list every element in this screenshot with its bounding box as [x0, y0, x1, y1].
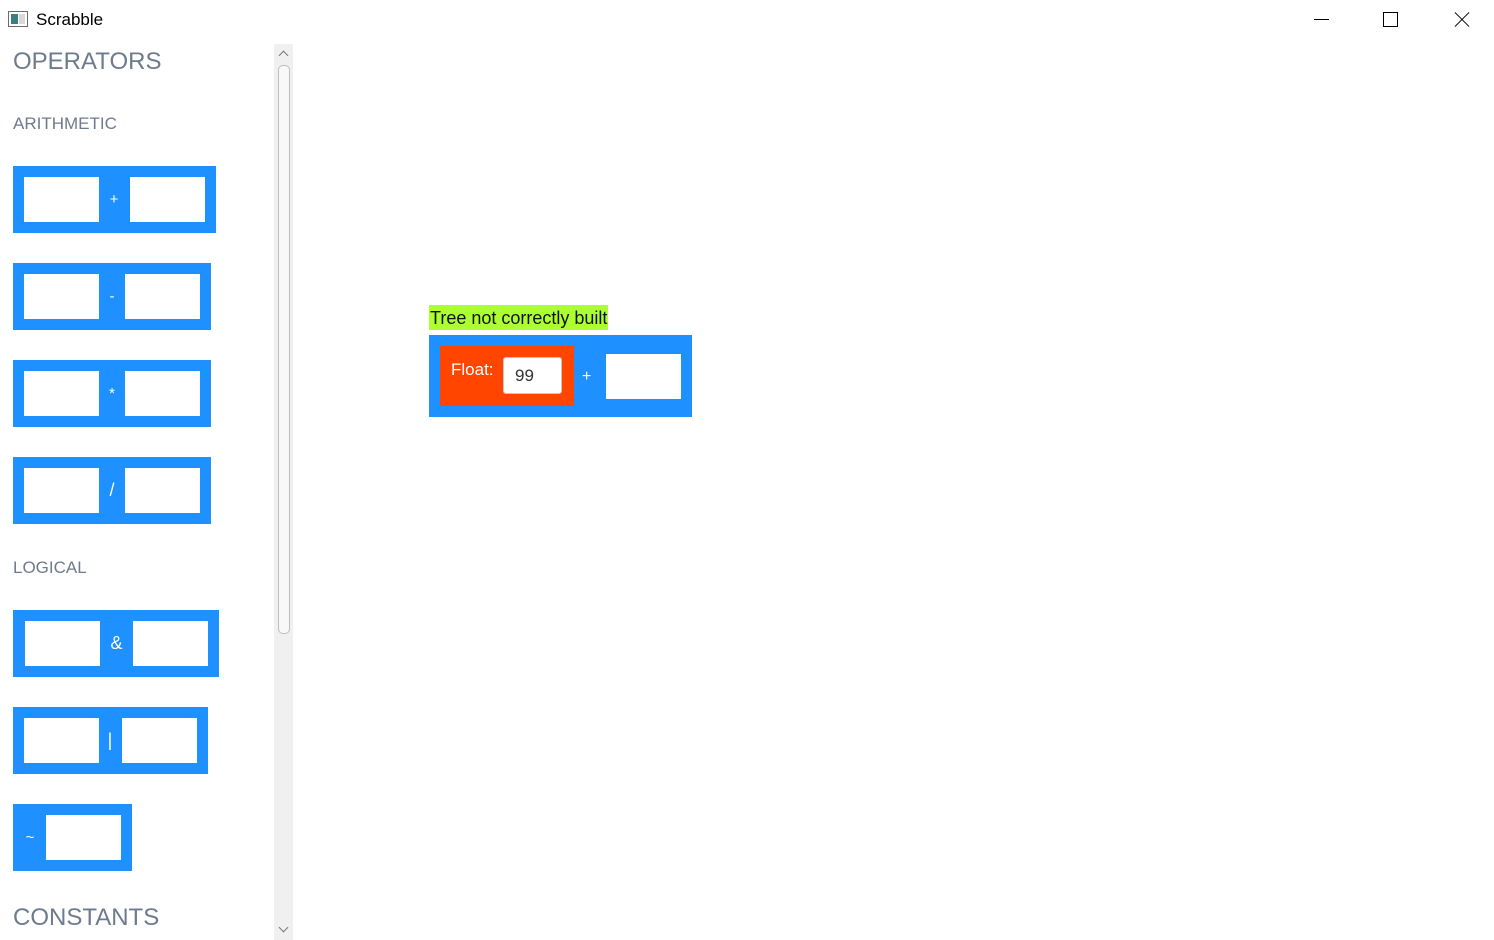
- operator-symbol: ~: [25, 829, 35, 846]
- operator-palette: OPERATORS ARITHMETIC + - * / LOGICAL & |…: [0, 40, 274, 940]
- window-title: Scrabble: [36, 10, 104, 29]
- operator-symbol: /: [109, 480, 115, 500]
- maximize-icon[interactable]: [1367, 0, 1413, 40]
- right-operand-slot[interactable]: [125, 274, 200, 319]
- canvas-add-operator-block[interactable]: Float: 99 +: [429, 335, 692, 417]
- arithmetic-heading: ARITHMETIC: [13, 114, 117, 133]
- sidebar-scrollbar[interactable]: [274, 44, 293, 940]
- left-operand-slot[interactable]: [24, 468, 99, 513]
- add-operator-block[interactable]: +: [13, 166, 216, 233]
- left-operand-slot[interactable]: [24, 274, 99, 319]
- subtract-operator-block[interactable]: -: [13, 263, 211, 330]
- operator-symbol: -: [109, 288, 115, 305]
- operator-symbol: *: [109, 385, 115, 402]
- not-operator-block[interactable]: ~: [13, 804, 132, 871]
- close-icon[interactable]: [1438, 0, 1484, 40]
- right-operand-slot[interactable]: [125, 468, 200, 513]
- operator-symbol: &: [110, 633, 123, 653]
- tree-status-label: Tree not correctly built: [429, 305, 609, 330]
- or-operator-block[interactable]: |: [13, 707, 208, 774]
- divide-operator-block[interactable]: /: [13, 457, 211, 524]
- left-operand-slot[interactable]: [24, 371, 99, 416]
- scroll-down-icon[interactable]: [274, 922, 293, 938]
- title-bar: Scrabble: [0, 0, 1494, 40]
- and-operator-block[interactable]: &: [13, 610, 219, 677]
- logical-heading: LOGICAL: [13, 558, 87, 577]
- scroll-thumb[interactable]: [278, 65, 290, 634]
- float-value-input[interactable]: 99: [503, 357, 562, 394]
- right-operand-slot[interactable]: [125, 371, 200, 416]
- left-operand-slot[interactable]: [25, 621, 100, 666]
- right-operand-slot[interactable]: [130, 177, 205, 222]
- operator-symbol: +: [582, 368, 592, 385]
- operators-heading: OPERATORS: [13, 48, 162, 75]
- float-constant-node[interactable]: Float: 99: [440, 346, 574, 406]
- operand-slot[interactable]: [46, 815, 121, 860]
- scroll-up-icon[interactable]: [274, 46, 293, 62]
- right-operand-slot[interactable]: [133, 621, 208, 666]
- app-icon: [8, 11, 28, 27]
- left-operand-slot[interactable]: [24, 718, 99, 763]
- constants-heading: CONSTANTS: [13, 904, 160, 931]
- multiply-operator-block[interactable]: *: [13, 360, 211, 427]
- left-operand-slot[interactable]: [24, 177, 99, 222]
- right-operand-slot[interactable]: [606, 354, 681, 399]
- operator-symbol: +: [109, 191, 119, 208]
- float-label: Float:: [451, 360, 494, 379]
- minimize-icon[interactable]: [1298, 0, 1344, 40]
- operator-symbol: |: [107, 730, 113, 750]
- right-operand-slot[interactable]: [122, 718, 197, 763]
